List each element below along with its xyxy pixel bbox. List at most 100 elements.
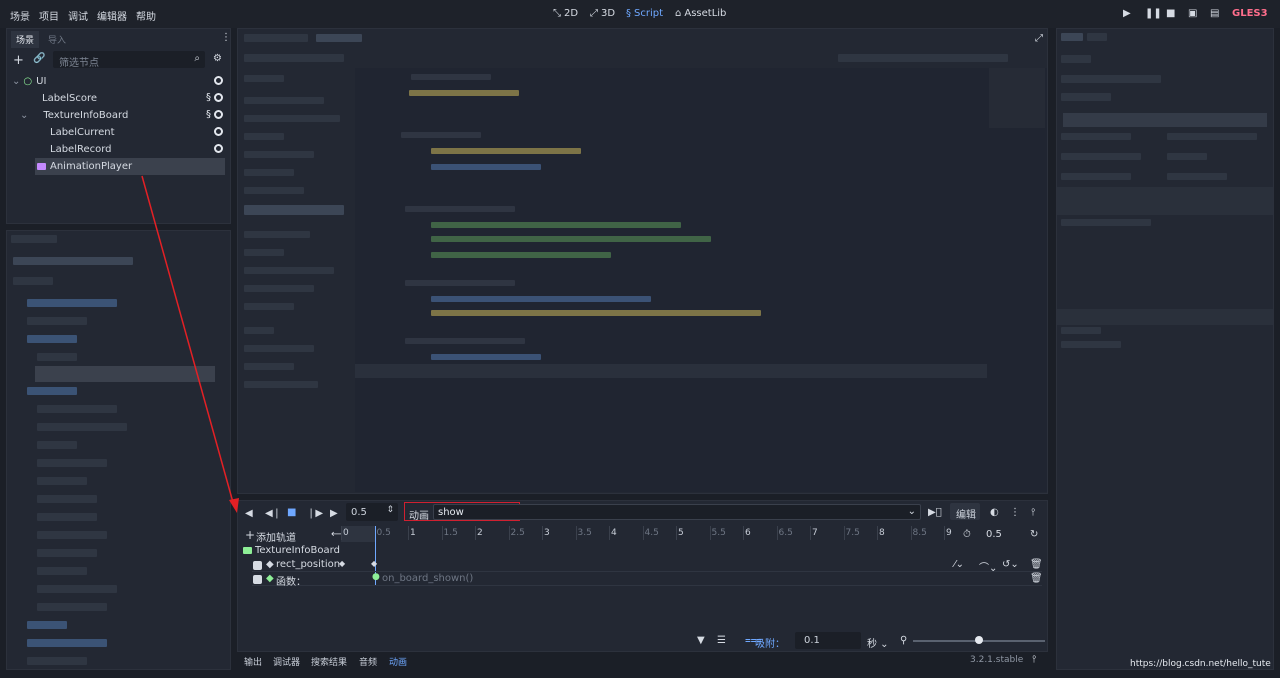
track-enabled-checkbox[interactable] (253, 575, 262, 584)
timeline-tick-label: 6 (745, 528, 751, 538)
mode-2d-button[interactable]: ⤡ 2D (553, 8, 578, 19)
autoplay-icon[interactable]: ▶⃞ (928, 507, 942, 518)
assetlib-icon: ⌂ (675, 8, 682, 19)
play-scene-icon[interactable]: ▣ (1188, 8, 1197, 19)
timeline-tick-label: 8.5 (912, 528, 927, 538)
tab-audio[interactable]: 音频 (359, 655, 377, 668)
script-attached-icon[interactable]: § (206, 109, 211, 120)
edit-animation-button[interactable]: 编辑 (950, 503, 980, 521)
add-node-icon[interactable]: + (13, 53, 24, 68)
top-menu-bar: 场景 项目 调试 编辑器 帮助 ⤡ 2D ⤢ 3D § Script ⌂ AssetLi… (0, 0, 1280, 28)
visibility-eye-icon[interactable] (214, 93, 223, 102)
timeline-length-value[interactable]: 0.5 (986, 529, 1002, 540)
zoom-slider-handle[interactable] (975, 636, 983, 644)
onion-skin-icon[interactable]: ◐ (990, 507, 999, 518)
timeline-tick-line (743, 526, 744, 540)
stop-animation-icon[interactable]: ■ (287, 507, 296, 518)
loop-wrap-icon[interactable]: ↺⌄ (1002, 559, 1019, 570)
animation-time-field[interactable]: 0.5 ⇕ (346, 503, 398, 521)
timeline-tick-line (542, 526, 543, 540)
delete-track-icon[interactable]: 🗑 (1030, 573, 1043, 584)
add-track-button[interactable]: 添加轨道 (256, 529, 296, 544)
tree-node-labelscore[interactable]: LabelScore § (7, 90, 231, 107)
filter-nodes-input[interactable]: 筛选节点 ⌕ (53, 51, 205, 69)
timeline-tick-label: 1.5 (443, 528, 458, 538)
menu-help[interactable]: 帮助 (136, 8, 156, 23)
insert-key-icon[interactable]: ◆ (339, 559, 345, 568)
timeline-tick-line (475, 526, 476, 540)
play-icon[interactable]: ▶ (1123, 8, 1131, 19)
timeline-tick-line (508, 526, 510, 540)
menu-scene[interactable]: 场景 (10, 8, 30, 23)
instance-scene-icon[interactable]: ⚙ (213, 53, 222, 64)
tree-node-labelcurrent[interactable]: LabelCurrent (7, 124, 231, 141)
timeline-tick-line (910, 526, 912, 540)
menu-project[interactable]: 项目 (39, 8, 59, 23)
timeline-tick-label: 5 (678, 528, 684, 538)
pin-bottom-icon[interactable]: ⫯ (1032, 654, 1036, 665)
timeline-tick-label: 5.5 (711, 528, 726, 538)
track-row[interactable]: ◆ 函数： ● on_board_shown() 🗑 (252, 572, 1043, 588)
tab-output[interactable]: 输出 (244, 655, 262, 668)
tree-node-textureinfoboard[interactable]: ⌄ TextureInfoBoard § (7, 107, 231, 124)
snap-unit-dropdown[interactable]: 秒 ⌄ (867, 635, 889, 650)
timeline-tick-line (609, 526, 610, 540)
code-area[interactable] (355, 68, 1047, 492)
timeline-tick-line (944, 526, 945, 540)
visibility-eye-icon[interactable] (214, 127, 223, 136)
menu-editor[interactable]: 编辑器 (97, 8, 127, 23)
dock-menu-icon[interactable]: ⋮ (221, 32, 231, 43)
tree-node-animationplayer[interactable]: AnimationPlayer (35, 158, 225, 175)
play-from-current-icon[interactable]: ❘▶ (307, 508, 323, 519)
mode-assetlib-button[interactable]: ⌂ AssetLib (675, 8, 726, 19)
animation-name-dropdown[interactable]: show ⌄ (433, 504, 921, 520)
renderer-label[interactable]: GLES3 (1232, 8, 1268, 19)
tree-node-labelrecord[interactable]: LabelRecord (7, 141, 231, 158)
play-backwards-icon[interactable]: ◀❘ (265, 508, 281, 519)
texture-rect-icon (243, 547, 252, 554)
update-mode-icon[interactable]: ⁄⌄ (954, 559, 964, 570)
timeline-tick-label: 4 (611, 528, 617, 538)
visibility-eye-icon[interactable] (214, 110, 223, 119)
track-row[interactable]: ◆ rect_position ◆ ◆ ⁄⌄ ⌒⌄ ↺⌄ 🗑 (252, 558, 1043, 574)
play-from-start-icon[interactable]: ▶ (330, 508, 338, 519)
pin-icon[interactable]: ⫯ (1031, 507, 1035, 518)
delete-track-icon[interactable]: 🗑 (1030, 559, 1043, 570)
tree-node-ui[interactable]: ⌄ ○ UI (7, 73, 231, 90)
mode-script-button[interactable]: § Script (626, 8, 663, 19)
tab-search-results[interactable]: 搜索结果 (311, 655, 347, 668)
tab-animation[interactable]: 动画 (389, 655, 407, 668)
timeline-tick-label: 4.5 (644, 528, 659, 538)
label-icon (37, 129, 46, 136)
visibility-eye-icon[interactable] (214, 76, 223, 85)
loop-icon[interactable]: ↻ (1030, 529, 1038, 540)
visibility-eye-icon[interactable] (214, 144, 223, 153)
keyframe[interactable]: ◆ (371, 559, 377, 568)
method-keyframe[interactable]: ● (372, 572, 380, 582)
track-enabled-checkbox[interactable] (253, 561, 262, 570)
timeline-tick-line (341, 526, 342, 540)
stepper-icon[interactable]: ⇕ (386, 505, 394, 515)
link-icon[interactable]: 🔗 (33, 53, 45, 64)
timeline-tick-label: 7.5 (845, 528, 860, 538)
track-list-icon[interactable]: ☰ (717, 635, 726, 646)
menu-debug[interactable]: 调试 (68, 8, 88, 23)
snap-value-field[interactable]: 0.1 (795, 632, 861, 649)
stop-icon[interactable]: ■ (1166, 8, 1175, 19)
script-attached-icon[interactable]: § (206, 92, 211, 103)
timeline-length-icon: ⏱ (963, 529, 971, 540)
tab-scene[interactable]: 场景 (11, 31, 40, 48)
animation-player-icon (37, 163, 46, 170)
play-backwards-from-end-icon[interactable]: ◀ (245, 508, 253, 519)
scene-dock: 场景 导入 ⋮ + 🔗 筛选节点 ⌕ ⚙ ⌄ ○ UI LabelScore §… (6, 28, 231, 224)
maximize-icon[interactable]: ⤢ (1035, 33, 1043, 44)
timeline-tick-line (642, 526, 644, 540)
tab-debugger[interactable]: 调试器 (273, 655, 300, 668)
timeline-tick-label: 2 (477, 528, 483, 538)
onion-options-icon[interactable]: ⋮ (1010, 507, 1020, 518)
play-custom-icon[interactable]: ▤ (1210, 8, 1219, 19)
tab-import[interactable]: 导入 (43, 31, 71, 48)
filter-tracks-icon[interactable]: ▼ (697, 635, 705, 646)
pause-icon[interactable]: ❚❚ (1145, 8, 1162, 19)
mode-3d-button[interactable]: ⤢ 3D (590, 8, 615, 19)
